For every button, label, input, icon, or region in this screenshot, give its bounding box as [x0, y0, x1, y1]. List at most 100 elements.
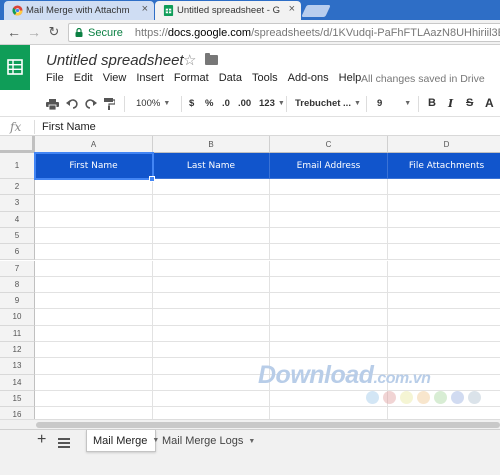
- column-header-d[interactable]: D: [388, 136, 500, 153]
- grid-cell[interactable]: [388, 212, 500, 228]
- grid-cell[interactable]: [153, 407, 270, 419]
- grid-cell[interactable]: [270, 244, 388, 261]
- grid-cell[interactable]: [153, 260, 270, 277]
- percent-format-button[interactable]: %: [205, 98, 213, 109]
- grid-cell[interactable]: [388, 342, 500, 359]
- bold-button[interactable]: B: [428, 97, 436, 109]
- header-cell-last-name[interactable]: Last Name: [153, 153, 270, 179]
- more-formats-button[interactable]: 123 ▼: [259, 98, 285, 109]
- grid-cell[interactable]: [35, 325, 153, 342]
- column-header-a[interactable]: A: [35, 136, 153, 153]
- grid-cell[interactable]: [388, 407, 500, 419]
- grid-cell[interactable]: [153, 374, 270, 391]
- close-tab-icon[interactable]: ×: [289, 3, 295, 15]
- menu-file[interactable]: File: [46, 72, 64, 86]
- grid-cell[interactable]: [270, 195, 388, 212]
- grid-cell[interactable]: [153, 179, 270, 196]
- grid-cell[interactable]: [153, 342, 270, 359]
- row-header[interactable]: 15: [0, 390, 35, 408]
- grid-cell[interactable]: [388, 228, 500, 245]
- grid-cell[interactable]: [388, 195, 500, 212]
- browser-tab-spreadsheet[interactable]: Untitled spreadsheet - G ×: [155, 1, 301, 20]
- grid-cell[interactable]: [270, 293, 388, 310]
- sheets-logo[interactable]: [0, 45, 30, 90]
- grid-cell[interactable]: [270, 211, 388, 228]
- grid-cell[interactable]: [270, 276, 388, 294]
- grid-cell[interactable]: [35, 374, 153, 391]
- row-header[interactable]: 14: [0, 374, 35, 391]
- undo-icon[interactable]: [66, 99, 78, 109]
- row-header[interactable]: 7: [0, 260, 35, 277]
- menu-insert[interactable]: Insert: [136, 72, 164, 86]
- menu-help[interactable]: Help: [339, 72, 362, 86]
- row-header[interactable]: 16: [0, 407, 35, 419]
- row-header[interactable]: 8: [0, 276, 35, 294]
- header-cell-file-attachments[interactable]: File Attachments: [388, 153, 500, 179]
- row-header[interactable]: 12: [0, 342, 35, 359]
- grid-cell[interactable]: [35, 227, 153, 245]
- grid-cell[interactable]: [153, 276, 270, 294]
- grid-cell[interactable]: [388, 261, 500, 277]
- grid-cell[interactable]: [153, 358, 270, 375]
- row-header[interactable]: 11: [0, 325, 35, 342]
- row-header[interactable]: 2: [0, 179, 35, 196]
- new-tab-button[interactable]: [301, 5, 331, 17]
- horizontal-scrollbar[interactable]: [0, 419, 500, 429]
- grid-cell[interactable]: [35, 244, 153, 261]
- text-color-button[interactable]: A: [485, 96, 494, 110]
- select-all-corner[interactable]: [0, 136, 35, 153]
- menu-data[interactable]: Data: [219, 72, 242, 86]
- grid-cell[interactable]: [35, 342, 153, 359]
- all-sheets-list-icon[interactable]: [58, 438, 70, 448]
- grid-cell[interactable]: [270, 342, 388, 359]
- paint-format-icon[interactable]: [104, 98, 115, 110]
- grid-cell[interactable]: [270, 227, 388, 245]
- grid-cell[interactable]: [35, 260, 153, 277]
- star-icon[interactable]: ☆: [183, 51, 196, 69]
- redo-icon[interactable]: [85, 99, 97, 109]
- formula-input[interactable]: First Name: [42, 121, 96, 133]
- secure-indicator[interactable]: Secure: [75, 27, 123, 39]
- sheet-tab-mail-merge-logs[interactable]: Mail Merge Logs ▼: [156, 430, 255, 452]
- grid-cell[interactable]: [153, 195, 270, 212]
- row-header[interactable]: 4: [0, 211, 35, 228]
- column-header-b[interactable]: B: [153, 136, 270, 153]
- row-header[interactable]: 6: [0, 244, 35, 261]
- decrease-decimals-button[interactable]: .0: [222, 98, 230, 109]
- grid-cell[interactable]: [153, 390, 270, 408]
- zoom-select[interactable]: 100% ▼: [136, 98, 170, 109]
- row-header[interactable]: 5: [0, 227, 35, 245]
- column-header-c[interactable]: C: [270, 136, 388, 153]
- grid-cell[interactable]: [270, 309, 388, 326]
- increase-decimals-button[interactable]: .00: [238, 98, 251, 109]
- row-header[interactable]: 10: [0, 309, 35, 326]
- reload-icon[interactable]: ↻: [46, 24, 62, 40]
- currency-format-button[interactable]: $: [189, 98, 194, 109]
- menu-format[interactable]: Format: [174, 72, 209, 86]
- back-arrow-icon[interactable]: ←: [6, 24, 22, 40]
- italic-button[interactable]: I: [448, 97, 453, 110]
- browser-tab-mail-merge[interactable]: Mail Merge with Attachm ×: [4, 1, 154, 20]
- forward-arrow-icon[interactable]: →: [26, 24, 42, 40]
- scrollbar-thumb[interactable]: [36, 422, 500, 428]
- grid-cell[interactable]: [153, 309, 270, 326]
- print-icon[interactable]: [46, 99, 59, 110]
- row-header[interactable]: 13: [0, 358, 35, 375]
- grid-cell[interactable]: [270, 179, 388, 196]
- grid-cell[interactable]: [35, 195, 153, 212]
- row-header[interactable]: 3: [0, 195, 35, 212]
- grid-cell[interactable]: [388, 293, 500, 310]
- header-cell-first-name[interactable]: First Name: [35, 153, 153, 179]
- grid-cell[interactable]: [270, 325, 388, 342]
- document-title[interactable]: Untitled spreadsheet: [46, 52, 184, 69]
- row-header[interactable]: 9: [0, 293, 35, 310]
- fill-handle[interactable]: [149, 176, 155, 182]
- chevron-down-icon[interactable]: ▼: [248, 438, 255, 445]
- grid-cell[interactable]: [35, 309, 153, 326]
- close-tab-icon[interactable]: ×: [142, 3, 148, 15]
- menu-addons[interactable]: Add-ons: [288, 72, 329, 86]
- grid-cell[interactable]: [153, 227, 270, 245]
- grid-cell[interactable]: [153, 293, 270, 310]
- grid-cell[interactable]: [270, 260, 388, 277]
- grid-cell[interactable]: [388, 244, 500, 261]
